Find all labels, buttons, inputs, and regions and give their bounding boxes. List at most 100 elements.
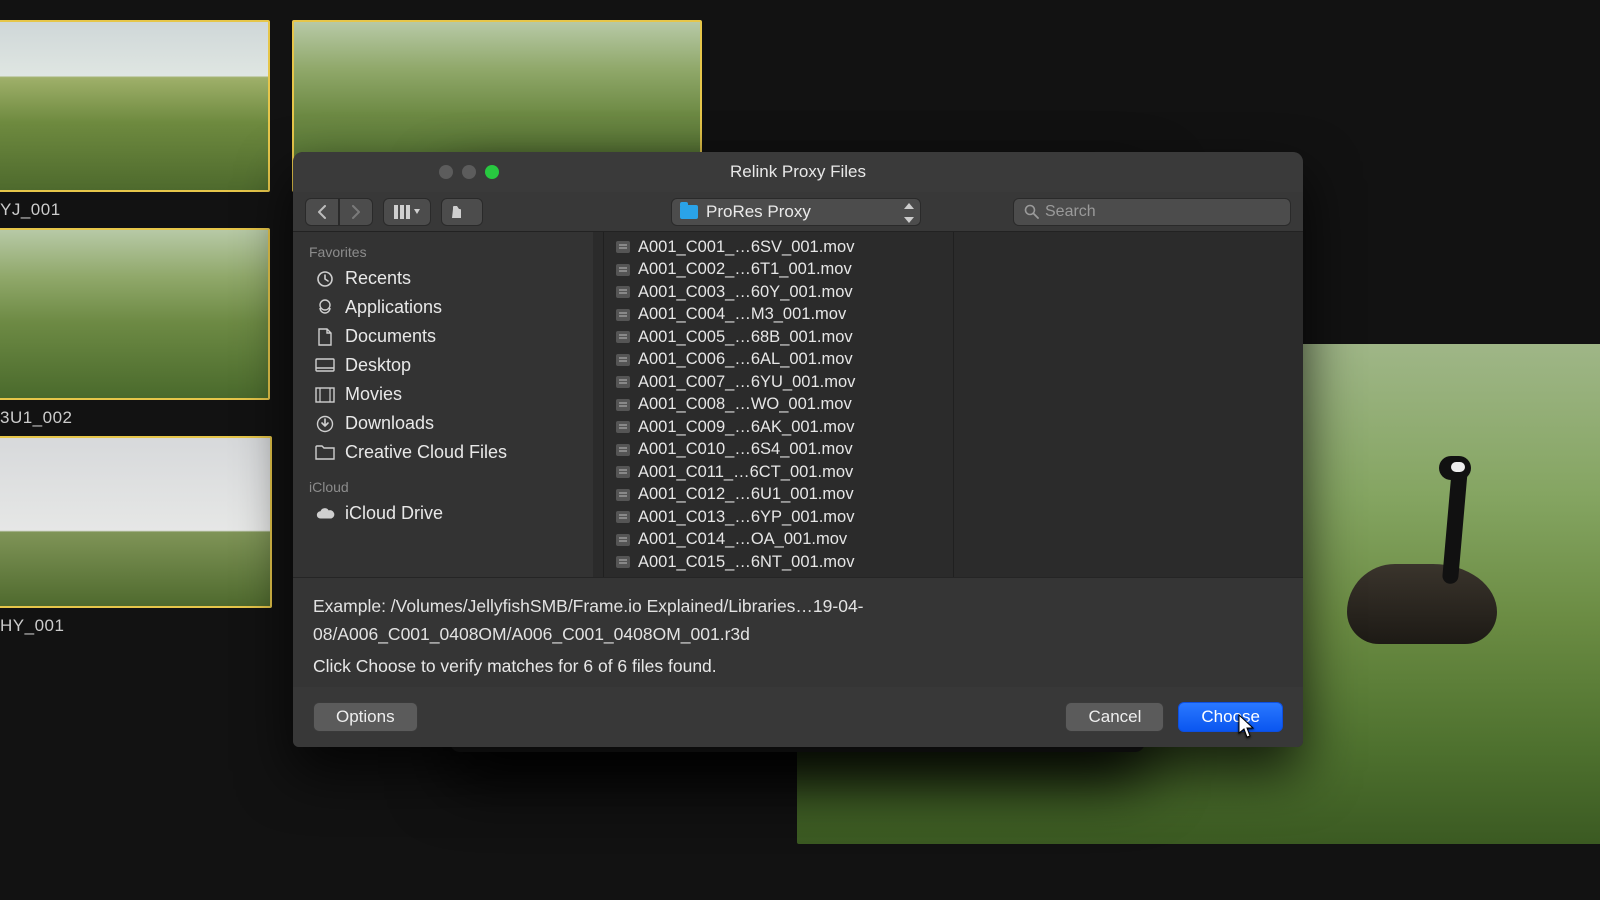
file-name: A001_C003_…60Y_001.mov (638, 283, 853, 302)
movie-file-icon (616, 489, 630, 501)
clip-label: 3U1_002 (0, 408, 73, 428)
file-name: A001_C001_…6SV_001.mov (638, 238, 854, 257)
sidebar-heading-icloud: iCloud (293, 473, 593, 499)
sidebar-item-label: Recents (345, 268, 411, 289)
nav-back-button[interactable] (305, 198, 339, 226)
cloud-icon (315, 505, 335, 523)
search-input[interactable] (1045, 203, 1280, 221)
file-name: A001_C012_…6U1_001.mov (638, 485, 854, 504)
search-field[interactable] (1013, 198, 1291, 226)
sidebar-item-label: Creative Cloud Files (345, 442, 507, 463)
sidebar-item-documents[interactable]: Documents (293, 322, 593, 351)
file-row[interactable]: A001_C009_…6AK_001.mov (604, 416, 953, 439)
file-name: A001_C002_…6T1_001.mov (638, 260, 852, 279)
movie-file-icon (616, 241, 630, 253)
sidebar-item-recents[interactable]: Recents (293, 264, 593, 293)
cancel-button[interactable]: Cancel (1065, 702, 1164, 732)
options-button[interactable]: Options (313, 702, 418, 732)
movie-file-icon (616, 534, 630, 546)
sidebar-item-icloud-drive[interactable]: iCloud Drive (293, 499, 593, 528)
movie-file-icon (616, 264, 630, 276)
dialog-title: Relink Proxy Files (293, 162, 1303, 182)
applications-icon (315, 299, 335, 317)
file-name: A001_C011_…6CT_001.mov (638, 463, 853, 482)
movie-file-icon (616, 309, 630, 321)
folder-icon (680, 205, 698, 219)
file-name: A001_C007_…6YU_001.mov (638, 373, 855, 392)
sidebar-item-downloads[interactable]: Downloads (293, 409, 593, 438)
group-button[interactable] (441, 198, 483, 226)
dialog-footer: Options Cancel Choose (293, 687, 1303, 747)
file-row[interactable]: A001_C006_…6AL_001.mov (604, 349, 953, 372)
nav-seg (305, 198, 373, 226)
clip-label: YJ_001 (0, 200, 61, 220)
sidebar-item-label: Documents (345, 326, 436, 347)
file-row[interactable]: A001_C011_…6CT_001.mov (604, 461, 953, 484)
file-row[interactable]: A001_C012_…6U1_001.mov (604, 484, 953, 507)
movie-file-icon (616, 421, 630, 433)
clock-icon (315, 270, 335, 288)
file-row[interactable]: A001_C007_…6YU_001.mov (604, 371, 953, 394)
sidebar-item-label: Desktop (345, 355, 411, 376)
movie-file-icon (616, 286, 630, 298)
file-name: A001_C015_…6NT_001.mov (638, 553, 854, 572)
movie-file-icon (616, 376, 630, 388)
file-row[interactable]: A001_C005_…68B_001.mov (604, 326, 953, 349)
file-row[interactable]: A001_C003_…60Y_001.mov (604, 281, 953, 304)
sidebar-heading-favorites: Favorites (293, 238, 593, 264)
file-name: A001_C010_…6S4_001.mov (638, 440, 853, 459)
message-bar: Example: /Volumes/JellyfishSMB/Frame.io … (293, 577, 1303, 690)
path-popup[interactable]: ProRes Proxy (671, 198, 921, 226)
clip-thumbnail[interactable] (0, 20, 270, 192)
finder-toolbar: ProRes Proxy (293, 192, 1303, 232)
movie-file-icon (616, 466, 630, 478)
path-label: ProRes Proxy (706, 202, 811, 222)
file-name: A001_C013_…6YP_001.mov (638, 508, 854, 527)
sidebar-item-movies[interactable]: Movies (293, 380, 593, 409)
file-name: A001_C005_…68B_001.mov (638, 328, 853, 347)
file-name: A001_C008_…WO_001.mov (638, 395, 852, 414)
desktop-icon (315, 357, 335, 375)
clip-thumbnail[interactable] (0, 436, 272, 608)
choose-button[interactable]: Choose (1178, 702, 1283, 732)
preview-column (953, 232, 1303, 577)
folder-icon (315, 444, 335, 462)
sidebar: Favorites Recents Applications Documents (293, 232, 593, 577)
search-icon (1024, 204, 1039, 219)
document-icon (315, 328, 335, 346)
movie-file-icon (616, 354, 630, 366)
movies-icon (315, 386, 335, 404)
file-row[interactable]: A001_C004_…M3_001.mov (604, 304, 953, 327)
preview-goose-graphic (1407, 464, 1497, 634)
nav-forward-button[interactable] (339, 198, 373, 226)
movie-file-icon (616, 511, 630, 523)
clip-thumbnail[interactable] (0, 228, 270, 400)
sidebar-item-label: Applications (345, 297, 442, 318)
file-row[interactable]: A001_C015_…6NT_001.mov (604, 551, 953, 574)
file-row[interactable]: A001_C014_…OA_001.mov (604, 529, 953, 552)
sidebar-item-label: Downloads (345, 413, 434, 434)
file-row[interactable]: A001_C010_…6S4_001.mov (604, 439, 953, 462)
file-row[interactable]: A001_C002_…6T1_001.mov (604, 259, 953, 282)
sidebar-item-desktop[interactable]: Desktop (293, 351, 593, 380)
sidebar-item-label: iCloud Drive (345, 503, 443, 524)
titlebar: Relink Proxy Files (293, 152, 1303, 192)
stepper-icon (904, 203, 914, 223)
view-mode-button[interactable] (383, 198, 431, 226)
example-path: Example: /Volumes/JellyfishSMB/Frame.io … (313, 592, 1283, 648)
sidebar-item-creative-cloud[interactable]: Creative Cloud Files (293, 438, 593, 467)
file-name: A001_C009_…6AK_001.mov (638, 418, 854, 437)
downloads-icon (315, 415, 335, 433)
movie-file-icon (616, 444, 630, 456)
file-row[interactable]: A001_C001_…6SV_001.mov (604, 236, 953, 259)
sidebar-item-applications[interactable]: Applications (293, 293, 593, 322)
file-name: A001_C014_…OA_001.mov (638, 530, 847, 549)
file-name: A001_C006_…6AL_001.mov (638, 350, 853, 369)
relink-dialog: Relink Proxy Files ProRes (293, 152, 1303, 747)
file-column[interactable]: A001_C001_…6SV_001.mov A001_C002_…6T1_001… (603, 232, 953, 577)
movie-file-icon (616, 331, 630, 343)
file-row[interactable]: A001_C008_…WO_001.mov (604, 394, 953, 417)
file-row[interactable]: A001_C013_…6YP_001.mov (604, 506, 953, 529)
movie-file-icon (616, 399, 630, 411)
movie-file-icon (616, 556, 630, 568)
